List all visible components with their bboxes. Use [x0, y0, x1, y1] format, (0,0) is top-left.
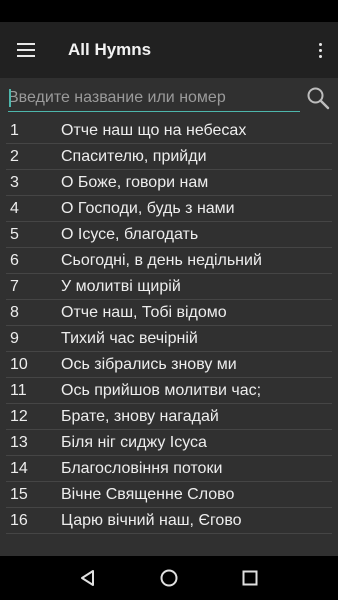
hymn-list-item[interactable]: 14 Благословіння потоки [6, 456, 332, 482]
hymn-list-item[interactable]: 8 Отче наш, Тобі відомо [6, 300, 332, 326]
hymn-title: Тихий час вечірній [61, 329, 198, 347]
home-circle-icon [160, 569, 178, 587]
hymn-number: 6 [10, 251, 19, 269]
hymn-list: 1 Отче наш що на небесах 2 Спасителю, прийд… [0, 118, 338, 534]
hymn-title: Сьогодні, в день недільний [61, 251, 262, 269]
system-navigation-bar [0, 556, 338, 600]
back-triangle-icon [81, 570, 95, 586]
hymn-list-item[interactable]: 3 О Боже, говори нам [6, 170, 332, 196]
hymn-list-item[interactable]: 7 У молитві щирій [6, 274, 332, 300]
recents-square-icon [242, 570, 258, 586]
hymn-number: 7 [10, 277, 19, 295]
hymn-title: У молитві щирій [61, 277, 181, 295]
hymn-number: 1 [10, 121, 19, 139]
search-bar [0, 78, 338, 118]
hymn-number: 9 [10, 329, 19, 347]
hymn-list-item[interactable]: 16 Царю вічний наш, Єгово [6, 508, 332, 534]
hymn-number: 3 [10, 173, 19, 191]
hymn-title: Ось зібрались знову ми [61, 355, 237, 373]
hymn-list-item[interactable]: 15 Вічне Священне Слово [6, 482, 332, 508]
hymn-title: Брате, знову нагадай [61, 407, 219, 425]
hymn-title: Царю вічний наш, Єгово [61, 511, 242, 529]
back-button[interactable] [76, 566, 100, 590]
hymn-title: О Господи, будь з нами [61, 199, 235, 217]
main-content: 1 Отче наш що на небесах 2 Спасителю, прийд… [0, 78, 338, 556]
hymn-title: Благословіння потоки [61, 459, 223, 477]
hymn-list-item[interactable]: 6 Сьогодні, в день недільний [6, 248, 332, 274]
overflow-menu-button[interactable] [302, 22, 338, 78]
hamburger-menu-icon [17, 43, 35, 57]
hymn-number: 8 [10, 303, 19, 321]
hymn-title: Отче наш, Тобі відомо [61, 303, 227, 321]
status-bar [0, 0, 338, 22]
hymn-title: Спасителю, прийди [61, 147, 207, 165]
hymn-title: Ось прийшов молитви час; [61, 381, 262, 399]
hymn-number: 13 [10, 433, 28, 451]
hymn-title: Вічне Священне Слово [61, 485, 235, 503]
hymn-number: 11 [10, 381, 27, 399]
hymn-number: 14 [10, 459, 28, 477]
hymn-number: 16 [10, 511, 28, 529]
hymn-title: Біля ніг сиджу Ісуса [61, 433, 207, 451]
hymn-list-item[interactable]: 12 Брате, знову нагадай [6, 404, 332, 430]
more-vert-icon [318, 42, 322, 58]
hymn-number: 4 [10, 199, 19, 217]
hymn-list-item[interactable]: 13 Біля ніг сиджу Ісуса [6, 430, 332, 456]
hymn-number: 2 [10, 147, 19, 165]
home-button[interactable] [157, 566, 181, 590]
recents-button[interactable] [238, 566, 262, 590]
text-cursor [9, 89, 11, 107]
hymn-number: 5 [10, 225, 19, 243]
hymn-list-item[interactable]: 2 Спасителю, прийди [6, 144, 332, 170]
hymn-title: О Ісусе, благодать [61, 225, 199, 243]
search-button[interactable] [304, 84, 332, 112]
app-toolbar: All Hymns [0, 22, 338, 78]
hymn-list-item[interactable]: 1 Отче наш що на небесах [6, 118, 332, 144]
hymn-list-item[interactable]: 10 Ось зібрались знову ми [6, 352, 332, 378]
menu-button[interactable] [0, 22, 52, 78]
hymn-title: О Боже, говори нам [61, 173, 209, 191]
hymn-list-item[interactable]: 11 Ось прийшов молитви час; [6, 378, 332, 404]
page-title: All Hymns [68, 40, 152, 59]
hymn-list-item[interactable]: 5 О Ісусе, благодать [6, 222, 332, 248]
hymn-number: 10 [10, 355, 28, 373]
search-icon [307, 87, 330, 110]
hymn-title: Отче наш що на небесах [61, 121, 247, 139]
hymn-number: 15 [10, 485, 28, 503]
hymn-list-item[interactable]: 4 О Господи, будь з нами [6, 196, 332, 222]
hymn-list-item[interactable]: 9 Тихий час вечірній [6, 326, 332, 352]
hymn-number: 12 [10, 407, 28, 425]
search-input[interactable] [8, 86, 300, 112]
